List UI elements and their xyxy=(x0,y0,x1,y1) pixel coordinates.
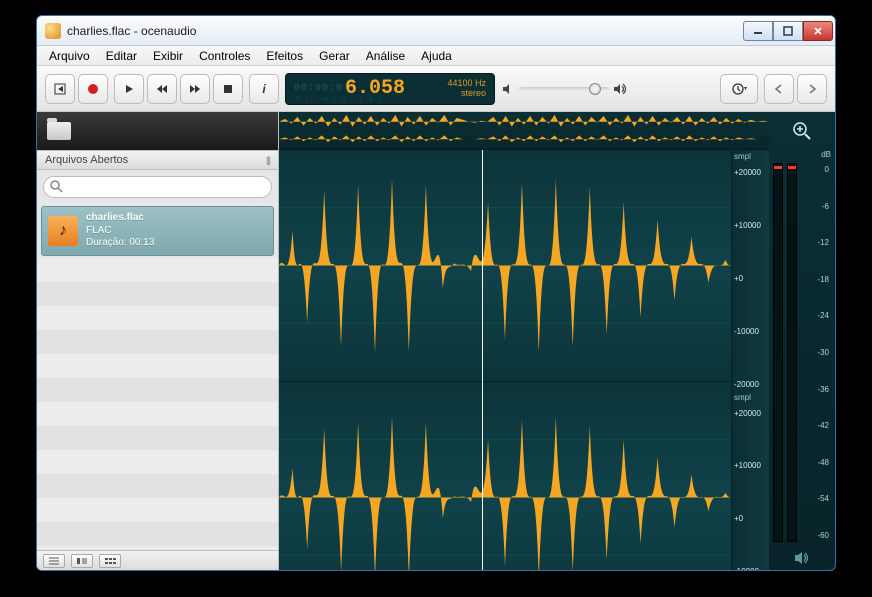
maximize-button[interactable] xyxy=(773,21,803,41)
level-meter-panel: dB 0 -6 -12 -18 -24 -30 -36 -42 -48 -5 xyxy=(769,112,835,570)
close-button[interactable] xyxy=(803,21,833,41)
level-meter-right xyxy=(787,163,797,542)
music-note-icon: ♪ xyxy=(48,216,78,246)
amplitude-scale: smpl +20000 +10000 +0 -10000 -20000 smpl… xyxy=(731,150,769,571)
waveform-channels[interactable] xyxy=(279,150,731,571)
volume-slider[interactable] xyxy=(519,87,609,91)
volume-thumb[interactable] xyxy=(589,83,601,95)
history-button[interactable] xyxy=(720,74,758,104)
db-scale: 0 -6 -12 -18 -24 -30 -36 -42 -48 -54 -60 xyxy=(801,163,831,542)
svg-text:i: i xyxy=(262,82,266,96)
info-button[interactable]: i xyxy=(249,74,279,104)
waveform-channel-left[interactable] xyxy=(279,150,731,381)
waveform-overview[interactable] xyxy=(279,112,769,150)
time-prefix: 00:00:0 xyxy=(294,83,343,94)
window-title: charlies.flac - ocenaudio xyxy=(67,24,196,38)
time-unit-labels: hr min sec xyxy=(296,96,388,103)
amp-unit-label: smpl xyxy=(732,150,769,166)
level-meter-left xyxy=(773,163,783,542)
menu-efeitos[interactable]: Efeitos xyxy=(258,47,311,65)
sidebar: Arquivos Abertos ||| ♪ charlies.flac FLA… xyxy=(37,112,279,570)
time-display[interactable]: 00:00:0 6.058 44100 Hz stereo hr min sec xyxy=(285,73,495,105)
minimize-button[interactable] xyxy=(743,21,773,41)
view-detail-button[interactable] xyxy=(71,554,93,568)
sidebar-footer xyxy=(37,550,278,570)
volume-high-icon xyxy=(613,82,629,96)
menubar: Arquivo Editar Exibir Controles Efeitos … xyxy=(37,46,835,66)
file-list-item[interactable]: ♪ charlies.flac FLAC Duração: 00:13 xyxy=(41,206,274,256)
waveform-channel-right[interactable] xyxy=(279,381,731,571)
menu-arquivo[interactable]: Arquivo xyxy=(41,47,98,65)
sidebar-section-header: Arquivos Abertos ||| xyxy=(37,150,278,170)
sidebar-header-label: Arquivos Abertos xyxy=(45,154,128,166)
menu-gerar[interactable]: Gerar xyxy=(311,47,358,65)
play-button[interactable] xyxy=(114,74,144,104)
rewind-button[interactable] xyxy=(147,74,177,104)
search-input[interactable] xyxy=(43,176,272,198)
file-format-label: FLAC xyxy=(86,225,154,238)
db-unit-label: dB xyxy=(821,150,831,159)
folder-icon xyxy=(47,122,71,140)
app-window: charlies.flac - ocenaudio Arquivo Editar… xyxy=(36,15,836,571)
menu-ajuda[interactable]: Ajuda xyxy=(413,47,460,65)
search-icon xyxy=(50,180,63,193)
menu-controles[interactable]: Controles xyxy=(191,47,258,65)
stop-button[interactable] xyxy=(213,74,243,104)
volume-control xyxy=(501,82,629,96)
file-duration-label: Duração: 00:13 xyxy=(86,237,154,250)
record-button[interactable] xyxy=(78,74,108,104)
menu-analise[interactable]: Análise xyxy=(358,47,413,65)
zoom-in-icon[interactable] xyxy=(769,112,835,150)
forward-button[interactable] xyxy=(180,74,210,104)
app-icon xyxy=(45,23,61,39)
channels-label: stereo xyxy=(447,89,486,99)
titlebar[interactable]: charlies.flac - ocenaudio xyxy=(37,16,835,46)
file-list-empty xyxy=(37,258,278,551)
view-grid-button[interactable] xyxy=(99,554,121,568)
speaker-icon[interactable] xyxy=(769,546,835,570)
menu-exibir[interactable]: Exibir xyxy=(145,47,191,65)
volume-low-icon xyxy=(501,82,515,96)
view-list-button[interactable] xyxy=(43,554,65,568)
file-name-label: charlies.flac xyxy=(86,212,154,225)
nav-back-button[interactable] xyxy=(764,74,794,104)
waveform-panel: smpl +20000 +10000 +0 -10000 -20000 smpl… xyxy=(279,112,835,570)
goto-start-button[interactable] xyxy=(45,74,75,104)
menu-editar[interactable]: Editar xyxy=(98,47,145,65)
grip-icon[interactable]: ||| xyxy=(266,155,270,165)
nav-forward-button[interactable] xyxy=(797,74,827,104)
toolbar: i 00:00:0 6.058 44100 Hz stereo hr min s… xyxy=(37,66,835,112)
sidebar-tab-open-files[interactable] xyxy=(37,112,278,150)
